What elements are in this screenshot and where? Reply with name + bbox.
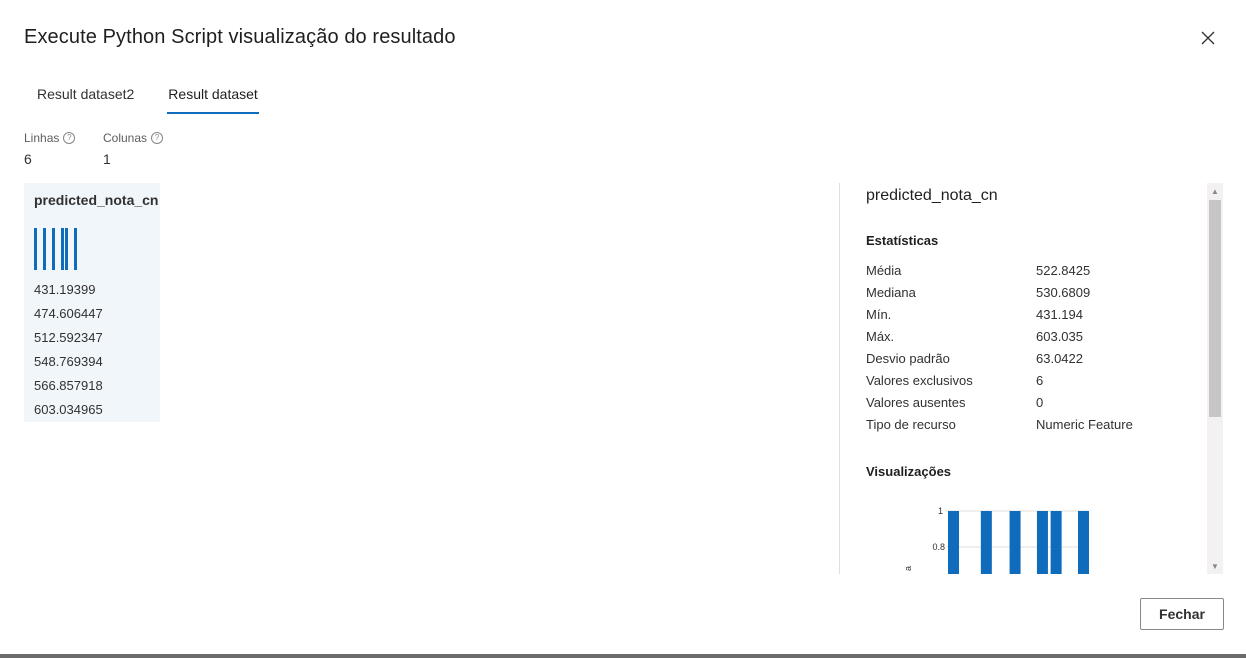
window-bottom-edge	[0, 654, 1246, 658]
visualizations-title: Visualizações	[866, 464, 952, 479]
details-panel: predicted_nota_cn Estatísticas Média 522.…	[866, 183, 1202, 574]
y-tick-label: 1	[938, 506, 943, 516]
close-dialog-button[interactable]	[1196, 26, 1220, 50]
dialog-title: Execute Python Script visualização do re…	[24, 26, 456, 48]
stat-value: 0	[1036, 395, 1044, 410]
stats-table: Média 522.8425 Mediana 530.6809 Mín. 431.19…	[866, 263, 1166, 439]
scroll-down-arrow-icon[interactable]: ▼	[1207, 558, 1223, 574]
column-values: 431.19399 474.606447 512.592347 548.7693…	[34, 282, 103, 426]
panel-scrollbar[interactable]: ▲ ▼	[1207, 183, 1223, 574]
scroll-up-arrow-icon[interactable]: ▲	[1207, 183, 1223, 199]
y-tick-label: 0.8	[932, 542, 945, 552]
histogram-bar	[948, 511, 959, 574]
stat-row: Mediana 530.6809	[866, 285, 1166, 307]
stat-key: Mín.	[866, 307, 892, 322]
tab-result-dataset[interactable]: Result dataset	[156, 78, 270, 114]
stat-row: Média 522.8425	[866, 263, 1166, 285]
mini-hist-bar	[43, 228, 46, 270]
stats-title: Estatísticas	[866, 233, 939, 248]
stat-value: Numeric Feature	[1036, 417, 1133, 432]
histogram-bar	[1078, 511, 1089, 574]
cell-value: 566.857918	[34, 378, 103, 393]
histogram-bar	[1009, 511, 1021, 574]
y-axis-label: a	[903, 566, 913, 571]
stat-key: Mediana	[866, 285, 916, 300]
close-icon	[1201, 31, 1215, 45]
stat-key: Valores ausentes	[866, 395, 966, 410]
stat-key: Valores exclusivos	[866, 373, 973, 388]
cell-value: 512.592347	[34, 330, 103, 345]
stat-value: 6	[1036, 373, 1044, 388]
stat-key: Desvio padrão	[866, 351, 950, 366]
stat-row: Mín. 431.194	[866, 307, 1166, 329]
rows-label: Linhas	[24, 131, 60, 145]
close-button[interactable]: Fechar	[1140, 598, 1224, 630]
column-card[interactable]: predicted_nota_cn 431.19399 474.606447 5…	[24, 183, 160, 422]
columns-value: 1	[103, 151, 111, 167]
stat-value: 63.0422	[1036, 351, 1083, 366]
tab-result-dataset2[interactable]: Result dataset2	[24, 78, 146, 114]
tab-list: Result dataset2 Result dataset	[24, 78, 270, 114]
column-header[interactable]: predicted_nota_cn	[34, 192, 158, 208]
stat-value: 603.035	[1036, 329, 1083, 344]
cell-value: 548.769394	[34, 354, 103, 369]
help-circle-icon[interactable]: ?	[63, 132, 76, 144]
columns-label: Colunas	[103, 131, 148, 145]
histogram-bar	[980, 511, 992, 574]
rows-summary: Linhas? 6	[24, 131, 76, 167]
mini-hist-bar	[34, 228, 37, 270]
histogram-bar	[1036, 511, 1048, 574]
stat-row: Valores ausentes 0	[866, 395, 1166, 417]
panel-divider	[839, 183, 840, 574]
cell-value: 431.19399	[34, 282, 96, 297]
mini-hist-bar	[61, 228, 64, 270]
stat-value: 431.194	[1036, 307, 1083, 322]
stat-row: Valores exclusivos 6	[866, 373, 1166, 395]
stat-row: Máx. 603.035	[866, 329, 1166, 351]
stat-value: 522.8425	[1036, 263, 1091, 278]
rows-value: 6	[24, 151, 32, 167]
histogram-bar	[1050, 511, 1062, 574]
stat-key: Média	[866, 263, 902, 278]
stat-row: Tipo de recurso Numeric Feature	[866, 417, 1166, 439]
columns-summary: Colunas? 1	[103, 131, 164, 167]
scroll-thumb[interactable]	[1209, 200, 1221, 417]
cell-value: 474.606447	[34, 306, 103, 321]
mini-hist-bar	[52, 228, 55, 270]
stat-value: 530.6809	[1036, 285, 1091, 300]
stat-key: Tipo de recurso	[866, 417, 956, 432]
mini-hist-bar	[65, 228, 68, 270]
mini-histogram[interactable]	[34, 228, 84, 270]
help-circle-icon[interactable]: ?	[151, 132, 164, 144]
cell-value: 603.034965	[34, 402, 103, 417]
histogram-chart[interactable]: 1 0.8 a	[866, 498, 1166, 574]
panel-title: predicted_nota_cn	[866, 187, 998, 204]
stat-row: Desvio padrão 63.0422	[866, 351, 1166, 373]
mini-hist-bar	[74, 228, 77, 270]
stat-key: Máx.	[866, 329, 895, 344]
histogram-bars	[948, 511, 1089, 574]
